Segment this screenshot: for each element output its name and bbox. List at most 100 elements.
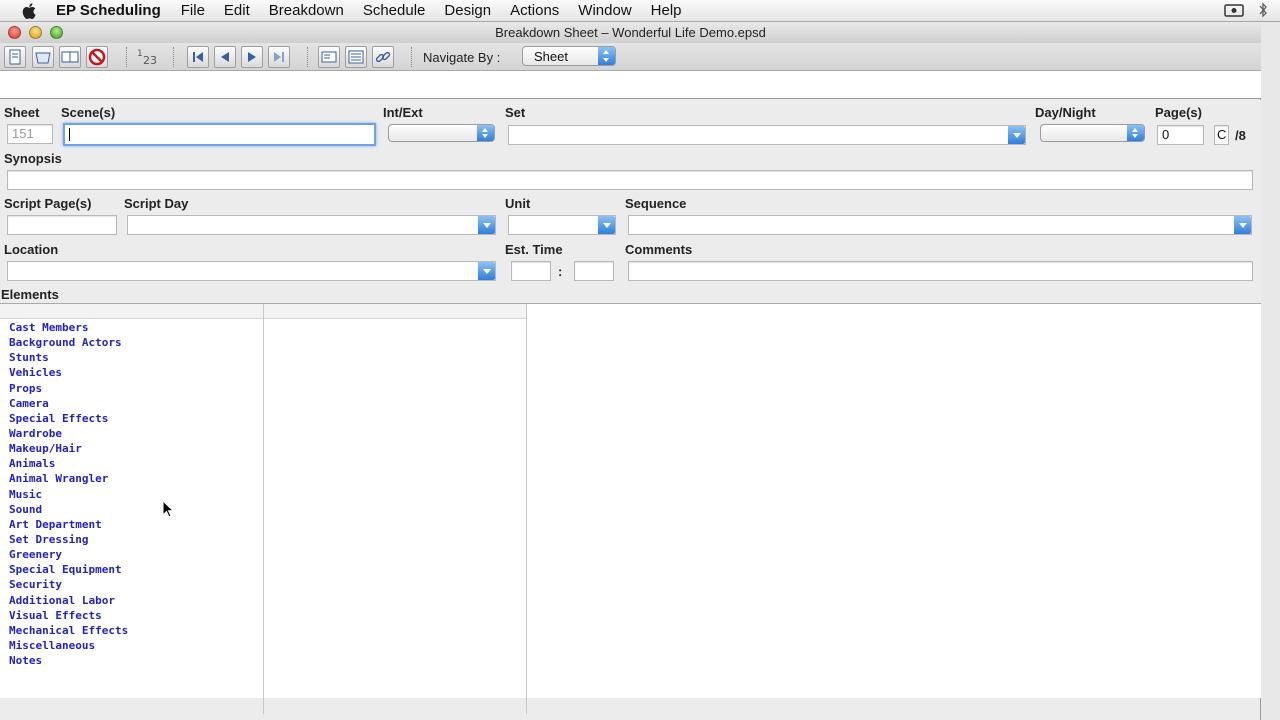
comments-label: Comments <box>625 242 693 257</box>
sheet-label: Sheet <box>4 105 40 120</box>
element-category-item[interactable]: Special Equipment <box>9 562 263 577</box>
menu-window[interactable]: Window <box>578 2 631 19</box>
toolbar-separator <box>173 47 174 67</box>
svg-text:23: 23 <box>143 54 157 67</box>
element-category-item[interactable]: Animals <box>9 456 263 471</box>
element-category-item[interactable]: Notes <box>9 653 263 668</box>
header-band <box>0 71 1261 99</box>
location-label: Location <box>4 242 59 257</box>
first-icon <box>193 52 203 62</box>
element-category-item[interactable]: Additional Labor <box>9 593 263 608</box>
dropdown-arrow-icon[interactable] <box>478 216 495 234</box>
bluetooth-icon[interactable] <box>1258 2 1268 18</box>
element-category-item[interactable]: Stunts <box>9 350 263 365</box>
element-category-item[interactable]: Art Department <box>9 517 263 532</box>
element-category-item[interactable]: Set Dressing <box>9 532 263 547</box>
previous-icon <box>221 52 229 62</box>
location-combo[interactable] <box>7 261 496 281</box>
svg-text:1: 1 <box>137 49 143 59</box>
window-title: Breakdown Sheet – Wonderful Life Demo.ep… <box>495 25 766 40</box>
toolbar: 1 23 Navigate By : Sheet <box>0 43 1261 71</box>
navigate-by-select[interactable]: Sheet <box>522 46 616 66</box>
dropdown-arrow-icon[interactable] <box>598 216 615 234</box>
est-time-minutes-input[interactable] <box>574 261 614 281</box>
popup-arrows-icon <box>477 125 494 141</box>
menu-breakdown[interactable]: Breakdown <box>269 2 344 19</box>
menu-actions[interactable]: Actions <box>510 2 559 19</box>
next-record-button[interactable] <box>241 46 263 68</box>
element-category-item[interactable]: Greenery <box>9 547 263 562</box>
element-category-item[interactable]: Security <box>9 577 263 592</box>
menu-edit[interactable]: Edit <box>224 2 250 19</box>
menu-schedule[interactable]: Schedule <box>363 2 426 19</box>
mouse-pointer-icon <box>162 499 175 518</box>
est-time-separator: : <box>558 264 563 279</box>
sheet-icon <box>9 49 21 65</box>
new-sheet-button[interactable] <box>4 46 26 68</box>
last-record-button[interactable] <box>268 46 290 68</box>
pages-eighths-suffix: /8 <box>1235 128 1246 143</box>
element-category-item[interactable]: Vehicles <box>9 365 263 380</box>
renumber-button[interactable]: 1 23 <box>135 46 157 68</box>
no-entry-icon <box>88 48 106 66</box>
pages-eighths-input[interactable]: C <box>1214 125 1229 145</box>
dropdown-arrow-icon[interactable] <box>1234 216 1251 234</box>
pages-input[interactable]: 0 <box>1157 125 1204 145</box>
element-category-item[interactable]: Makeup/Hair <box>9 441 263 456</box>
app-name-menu[interactable]: EP Scheduling <box>56 2 161 19</box>
previous-record-button[interactable] <box>214 46 236 68</box>
daynight-select[interactable] <box>1040 124 1145 142</box>
zoom-window-button[interactable] <box>50 26 63 39</box>
window-titlebar[interactable]: Breakdown Sheet – Wonderful Life Demo.ep… <box>0 22 1261 43</box>
menu-design[interactable]: Design <box>444 2 491 19</box>
close-window-button[interactable] <box>8 26 21 39</box>
open-sheet-button[interactable] <box>32 46 54 68</box>
split-view-button[interactable] <box>59 46 81 68</box>
menu-help[interactable]: Help <box>651 2 682 19</box>
comments-input[interactable] <box>628 261 1253 281</box>
element-category-item[interactable]: Miscellaneous <box>9 638 263 653</box>
element-category-item[interactable]: Wardrobe <box>9 426 263 441</box>
element-category-item[interactable]: Visual Effects <box>9 608 263 623</box>
unit-label: Unit <box>505 196 531 211</box>
synopsis-input[interactable] <box>7 170 1253 190</box>
element-category-item[interactable]: Special Effects <box>9 411 263 426</box>
element-category-item[interactable]: Music <box>9 487 263 502</box>
form-view-button[interactable] <box>318 46 340 68</box>
apple-icon[interactable] <box>20 1 40 21</box>
menu-file[interactable]: File <box>181 2 205 19</box>
minimize-window-button[interactable] <box>29 26 42 39</box>
dropdown-arrow-icon[interactable] <box>478 262 495 280</box>
est-time-hours-input[interactable] <box>511 261 551 281</box>
link-button[interactable] <box>372 46 394 68</box>
scenes-label: Scene(s) <box>61 105 116 120</box>
first-record-button[interactable] <box>187 46 209 68</box>
list-view-button[interactable] <box>345 46 367 68</box>
toolbar-separator <box>307 47 308 67</box>
dropdown-arrow-icon[interactable] <box>1008 126 1025 144</box>
list-view-icon <box>348 50 364 64</box>
element-category-item[interactable]: Mechanical Effects <box>9 623 263 638</box>
intext-select[interactable] <box>388 124 495 142</box>
element-category-item[interactable]: Animal Wrangler <box>9 471 263 486</box>
element-category-item[interactable]: Background Actors <box>9 335 263 350</box>
link-icon <box>375 51 391 63</box>
elements-header: Elements <box>0 287 1261 304</box>
sequence-combo[interactable] <box>628 215 1252 235</box>
screen-record-icon[interactable] <box>1224 2 1244 18</box>
delete-sheet-button[interactable] <box>86 46 108 68</box>
scenes-input[interactable] <box>63 123 376 146</box>
script-day-combo[interactable] <box>127 215 496 235</box>
set-combo[interactable] <box>508 125 1026 145</box>
element-category-item[interactable]: Cast Members <box>9 320 263 335</box>
est-time-label: Est. Time <box>505 242 563 257</box>
column-header <box>264 304 526 319</box>
elements-panel: Cast Members Background Actors Stunts Vehic… <box>0 304 1261 714</box>
navigate-by-label: Navigate By : <box>423 50 501 65</box>
element-category-item[interactable]: Camera <box>9 396 263 411</box>
script-pages-input[interactable] <box>7 215 117 235</box>
element-category-item[interactable]: Sound <box>9 502 263 517</box>
unit-combo[interactable] <box>508 215 616 235</box>
script-pages-label: Script Page(s) <box>4 196 92 211</box>
element-category-item[interactable]: Props <box>9 381 263 396</box>
